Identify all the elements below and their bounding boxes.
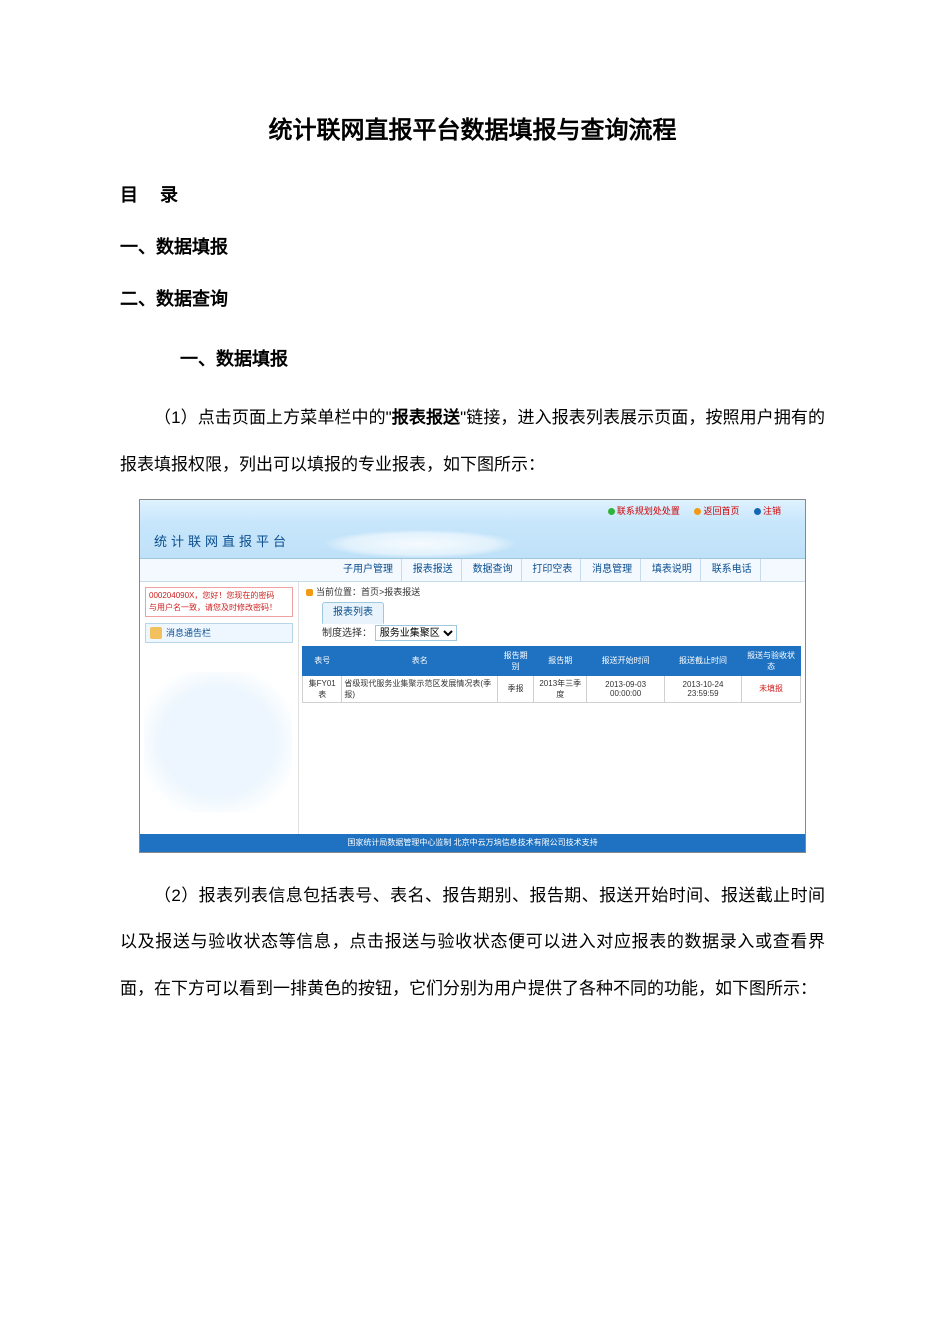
password-notice: 000204090X，您好！您现在的密码 与用户名一致，请您及时修改密码！ — [145, 587, 293, 617]
menu-item-fill-guide[interactable]: 填表说明 — [644, 559, 701, 581]
map-silhouette — [144, 672, 292, 812]
shot-body: 000204090X，您好！您现在的密码 与用户名一致，请您及时修改密码！ 消息… — [140, 582, 805, 834]
shot-left-panel: 000204090X，您好！您现在的密码 与用户名一致，请您及时修改密码！ 消息… — [140, 582, 299, 834]
cloud-graphic — [325, 530, 515, 558]
cell-status[interactable]: 未填报 — [742, 675, 801, 702]
toc-item-1: 一、数据填报 — [120, 233, 825, 259]
link-contact-label: 联系规划处处置 — [617, 506, 680, 516]
table-header-row: 表号 表名 报告期别 报告期 报送开始时间 报送截止时间 报送与验收状态 — [303, 646, 801, 675]
platform-name: 统计联网直报平台 — [154, 531, 290, 550]
report-table: 表号 表名 报告期别 报告期 报送开始时间 报送截止时间 报送与验收状态 集FY… — [302, 646, 801, 703]
menu-item-subuser[interactable]: 子用户管理 — [335, 559, 402, 581]
link-home[interactable]: 返回首页 — [694, 506, 745, 516]
link-home-label: 返回首页 — [703, 506, 739, 516]
top-links: 联系规划处处置 返回首页 注销 — [608, 504, 793, 517]
dot-icon — [694, 508, 701, 515]
cell-end: 2013-10-24 23:59:59 — [664, 675, 741, 702]
link-logout[interactable]: 注销 — [754, 506, 787, 516]
dot-icon — [754, 508, 761, 515]
system-select[interactable]: 服务业集聚区 — [375, 625, 457, 641]
dot-icon — [608, 508, 615, 515]
shot-banner: 统计联网直报平台 联系规划处处置 返回首页 注销 — [140, 500, 805, 559]
th-status: 报送与验收状态 — [742, 646, 801, 675]
toc-item-2: 二、数据查询 — [120, 285, 825, 311]
menu-item-contact-phone[interactable]: 联系电话 — [704, 559, 761, 581]
p1-text-a: （1）点击页面上方菜单栏中的" — [154, 408, 392, 427]
shot-menu: 子用户管理 报表报送 数据查询 打印空表 消息管理 填表说明 联系电话 — [140, 559, 805, 582]
link-logout-label: 注销 — [763, 506, 781, 516]
menu-item-print-blank[interactable]: 打印空表 — [524, 559, 581, 581]
notice-line-2: 与用户名一致，请您及时修改密码！ — [149, 602, 289, 614]
th-period-type: 报告期别 — [498, 646, 534, 675]
menu-item-report-submit[interactable]: 报表报送 — [405, 559, 462, 581]
paragraph-1: （1）点击页面上方菜单栏中的"报表报送"链接，进入报表列表展示页面，按照用户拥有… — [120, 395, 825, 489]
message-panel[interactable]: 消息通告栏 — [145, 623, 293, 643]
shot-footer: 国家统计局数据管理中心监制 北京中云万垧信息技术有限公司技术支持 — [140, 834, 805, 852]
cell-period: 2013年三季度 — [534, 675, 587, 702]
p1-bold: 报表报送 — [392, 408, 460, 427]
select-label: 制度选择： — [322, 628, 372, 639]
tab-report-list[interactable]: 报表列表 — [322, 602, 384, 624]
shot-right-panel: 当前位置：首页>报表报送 报表列表 制度选择： 服务业集聚区 表号 表名 — [298, 582, 805, 834]
th-name: 表名 — [342, 646, 498, 675]
link-contact[interactable]: 联系规划处处置 — [608, 506, 686, 516]
cell-start: 2013-09-03 00:00:00 — [587, 675, 664, 702]
toc-heading: 目录 — [120, 181, 825, 207]
message-panel-label: 消息通告栏 — [166, 628, 211, 638]
th-end: 报送截止时间 — [664, 646, 741, 675]
menu-item-data-query[interactable]: 数据查询 — [465, 559, 522, 581]
paragraph-2: （2）报表列表信息包括表号、表名、报告期别、报告期、报送开始时间、报送截止时间以… — [120, 873, 825, 1013]
notice-line-1: 000204090X，您好！您现在的密码 — [149, 590, 289, 602]
status-link: 未填报 — [759, 684, 783, 693]
th-period: 报告期 — [534, 646, 587, 675]
section-1-heading: 一、数据填报 — [180, 345, 825, 371]
tab-row: 报表列表 — [298, 602, 805, 624]
cell-id: 集FY01表 — [303, 675, 342, 702]
document-page: 统计联网直报平台数据填报与查询流程 目录 一、数据填报 二、数据查询 一、数据填… — [0, 0, 945, 1313]
breadcrumb: 当前位置：首页>报表报送 — [298, 582, 805, 602]
cell-name: 省级现代服务业集聚示范区发展情况表(季报) — [342, 675, 498, 702]
screenshot-1: 统计联网直报平台 联系规划处处置 返回首页 注销 子用户管理 报表报送 数据查询… — [139, 499, 806, 853]
page-title: 统计联网直报平台数据填报与查询流程 — [120, 110, 825, 145]
menu-item-msg-mgmt[interactable]: 消息管理 — [584, 559, 641, 581]
th-id: 表号 — [303, 646, 342, 675]
cell-period-type: 季报 — [498, 675, 534, 702]
th-start: 报送开始时间 — [587, 646, 664, 675]
breadcrumb-text: 当前位置：首页>报表报送 — [316, 587, 420, 597]
select-row: 制度选择： 服务业集聚区 — [298, 624, 805, 646]
bullet-icon — [306, 589, 313, 596]
table-row: 集FY01表 省级现代服务业集聚示范区发展情况表(季报) 季报 2013年三季度… — [303, 675, 801, 702]
